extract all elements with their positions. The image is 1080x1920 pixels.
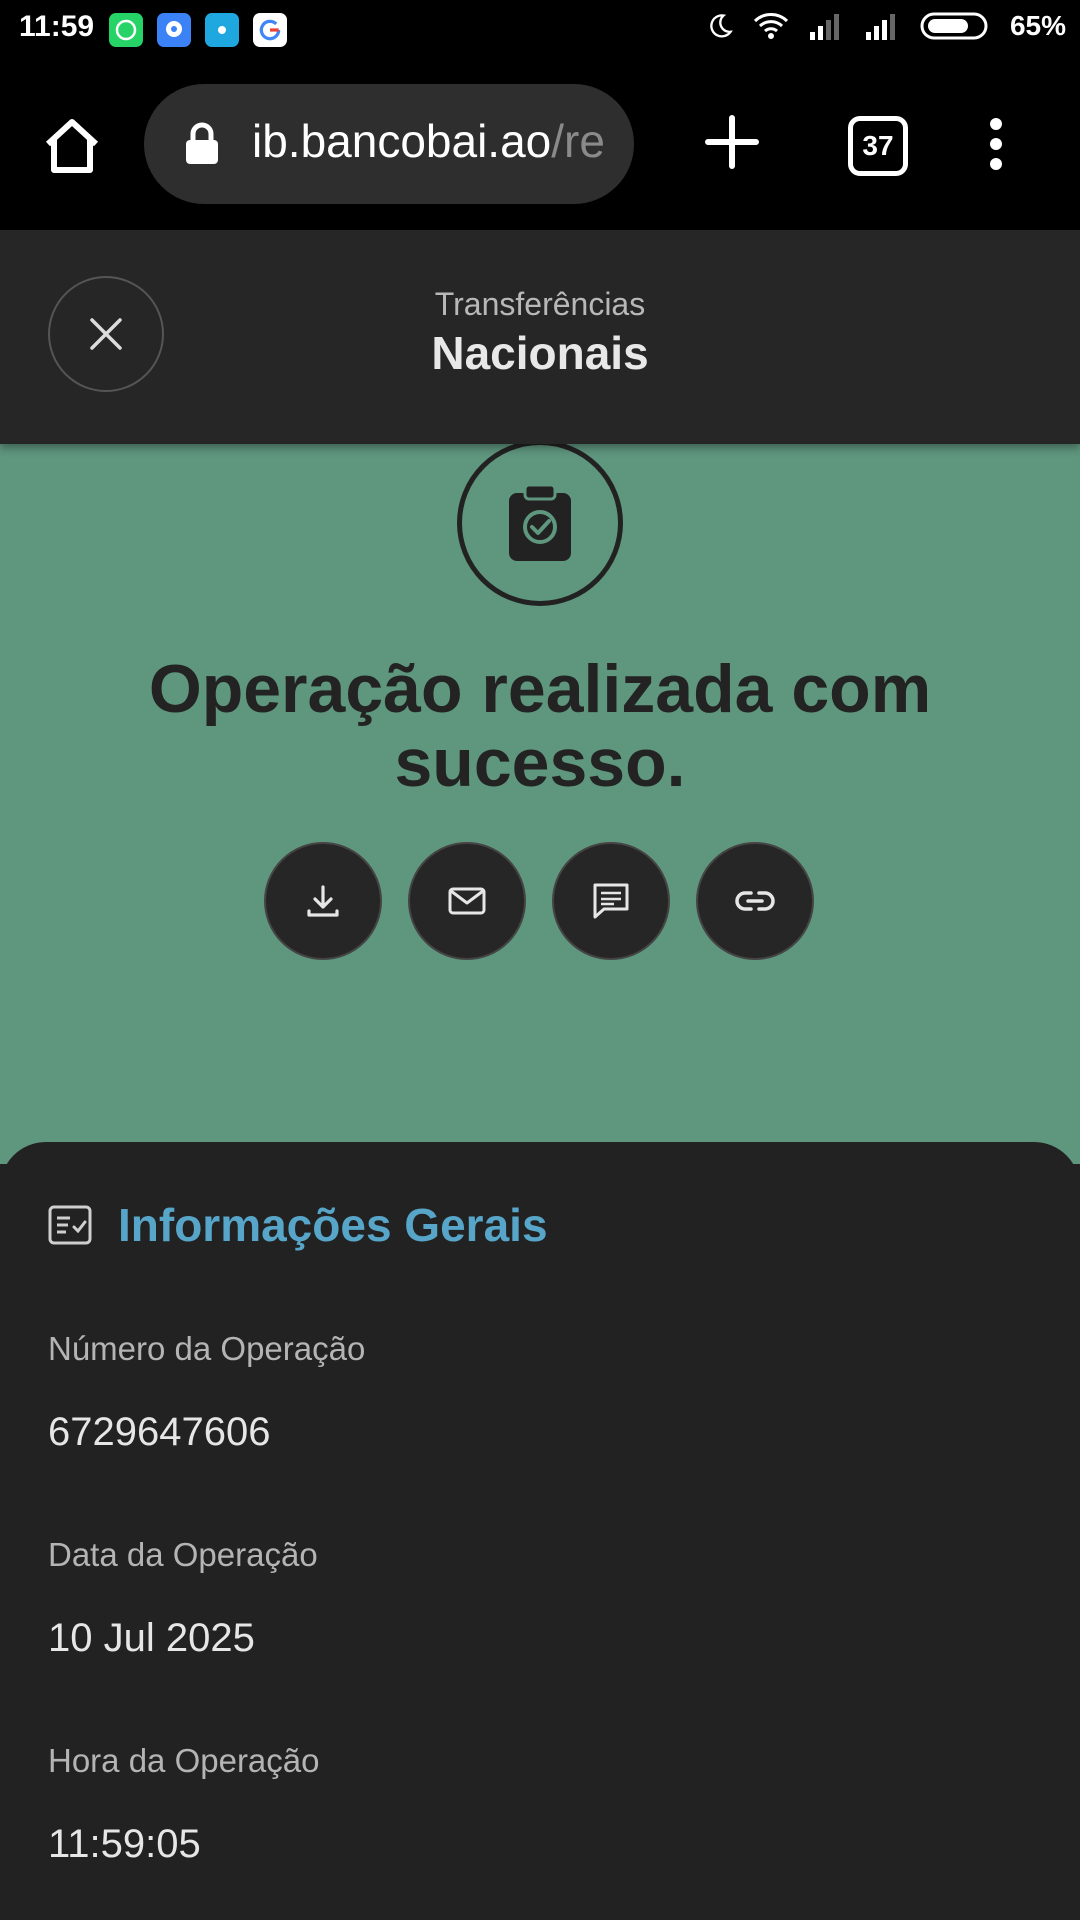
tab-count: 37 (862, 130, 894, 161)
operation-time-value: 11:59:05 (48, 1822, 201, 1866)
clipboard-check-icon (509, 483, 571, 561)
email-icon (448, 887, 486, 915)
download-icon (307, 885, 339, 917)
share-actions (264, 842, 814, 960)
app-header: Transferências Nacionais (0, 230, 1080, 444)
more-vert-icon (990, 118, 1002, 170)
header-subtitle: Transferências (434, 286, 646, 322)
link-button[interactable] (696, 842, 814, 960)
page-title: Nacionais (431, 327, 649, 379)
url-domain: ib.bancobai.ao (252, 115, 552, 167)
success-banner: Operação realizada com sucesso. (0, 440, 1080, 1164)
url-path: /re (551, 115, 605, 167)
browser-toolbar: ib.bancobai.ao/re 37 (0, 62, 1080, 230)
operation-time-label: Hora da Operação (48, 1742, 320, 1779)
address-bar[interactable]: ib.bancobai.ao/re (144, 84, 634, 204)
operation-number-label: Número da Operação (48, 1330, 366, 1367)
message-icon (593, 883, 629, 919)
link-icon (735, 891, 775, 911)
operation-date-label: Data da Operação (48, 1536, 318, 1573)
wifi-icon (753, 13, 788, 39)
new-tab-button[interactable] (704, 114, 760, 175)
general-info-card: Informações Gerais Número da Operação 67… (0, 1142, 1080, 1920)
plus-icon (705, 115, 759, 169)
checklist-icon (48, 1205, 92, 1245)
section-header: Informações Gerais (48, 1198, 548, 1252)
messenger-icon (157, 13, 191, 47)
download-button[interactable] (264, 842, 382, 960)
menu-button[interactable] (984, 116, 1008, 177)
status-bar: 11:59 65% (0, 0, 1080, 62)
signal-icon-2 (865, 14, 895, 40)
success-message: Operação realizada com sucesso. (148, 651, 932, 801)
home-icon (45, 119, 99, 173)
lock-icon (186, 122, 218, 164)
url-text: ib.bancobai.ao/re (252, 114, 605, 168)
google-icon (253, 13, 287, 47)
status-time: 11:59 (19, 10, 95, 43)
success-badge (457, 440, 623, 606)
notification-icons (109, 13, 287, 47)
operation-number-value: 6729647606 (48, 1410, 271, 1454)
message-button[interactable] (552, 842, 670, 960)
battery-icon (920, 12, 988, 40)
tab-switcher-button[interactable]: 37 (848, 116, 908, 176)
whatsapp-icon (109, 13, 143, 47)
battery-percent: 65% (1009, 10, 1066, 41)
home-button[interactable] (40, 114, 104, 178)
email-button[interactable] (408, 842, 526, 960)
signal-icon (809, 14, 839, 40)
operation-date-value: 10 Jul 2025 (48, 1616, 255, 1660)
moon-icon (710, 14, 733, 38)
app-icon (205, 13, 239, 47)
section-title: Informações Gerais (118, 1199, 548, 1251)
status-indicators: 65% (706, 10, 1066, 42)
